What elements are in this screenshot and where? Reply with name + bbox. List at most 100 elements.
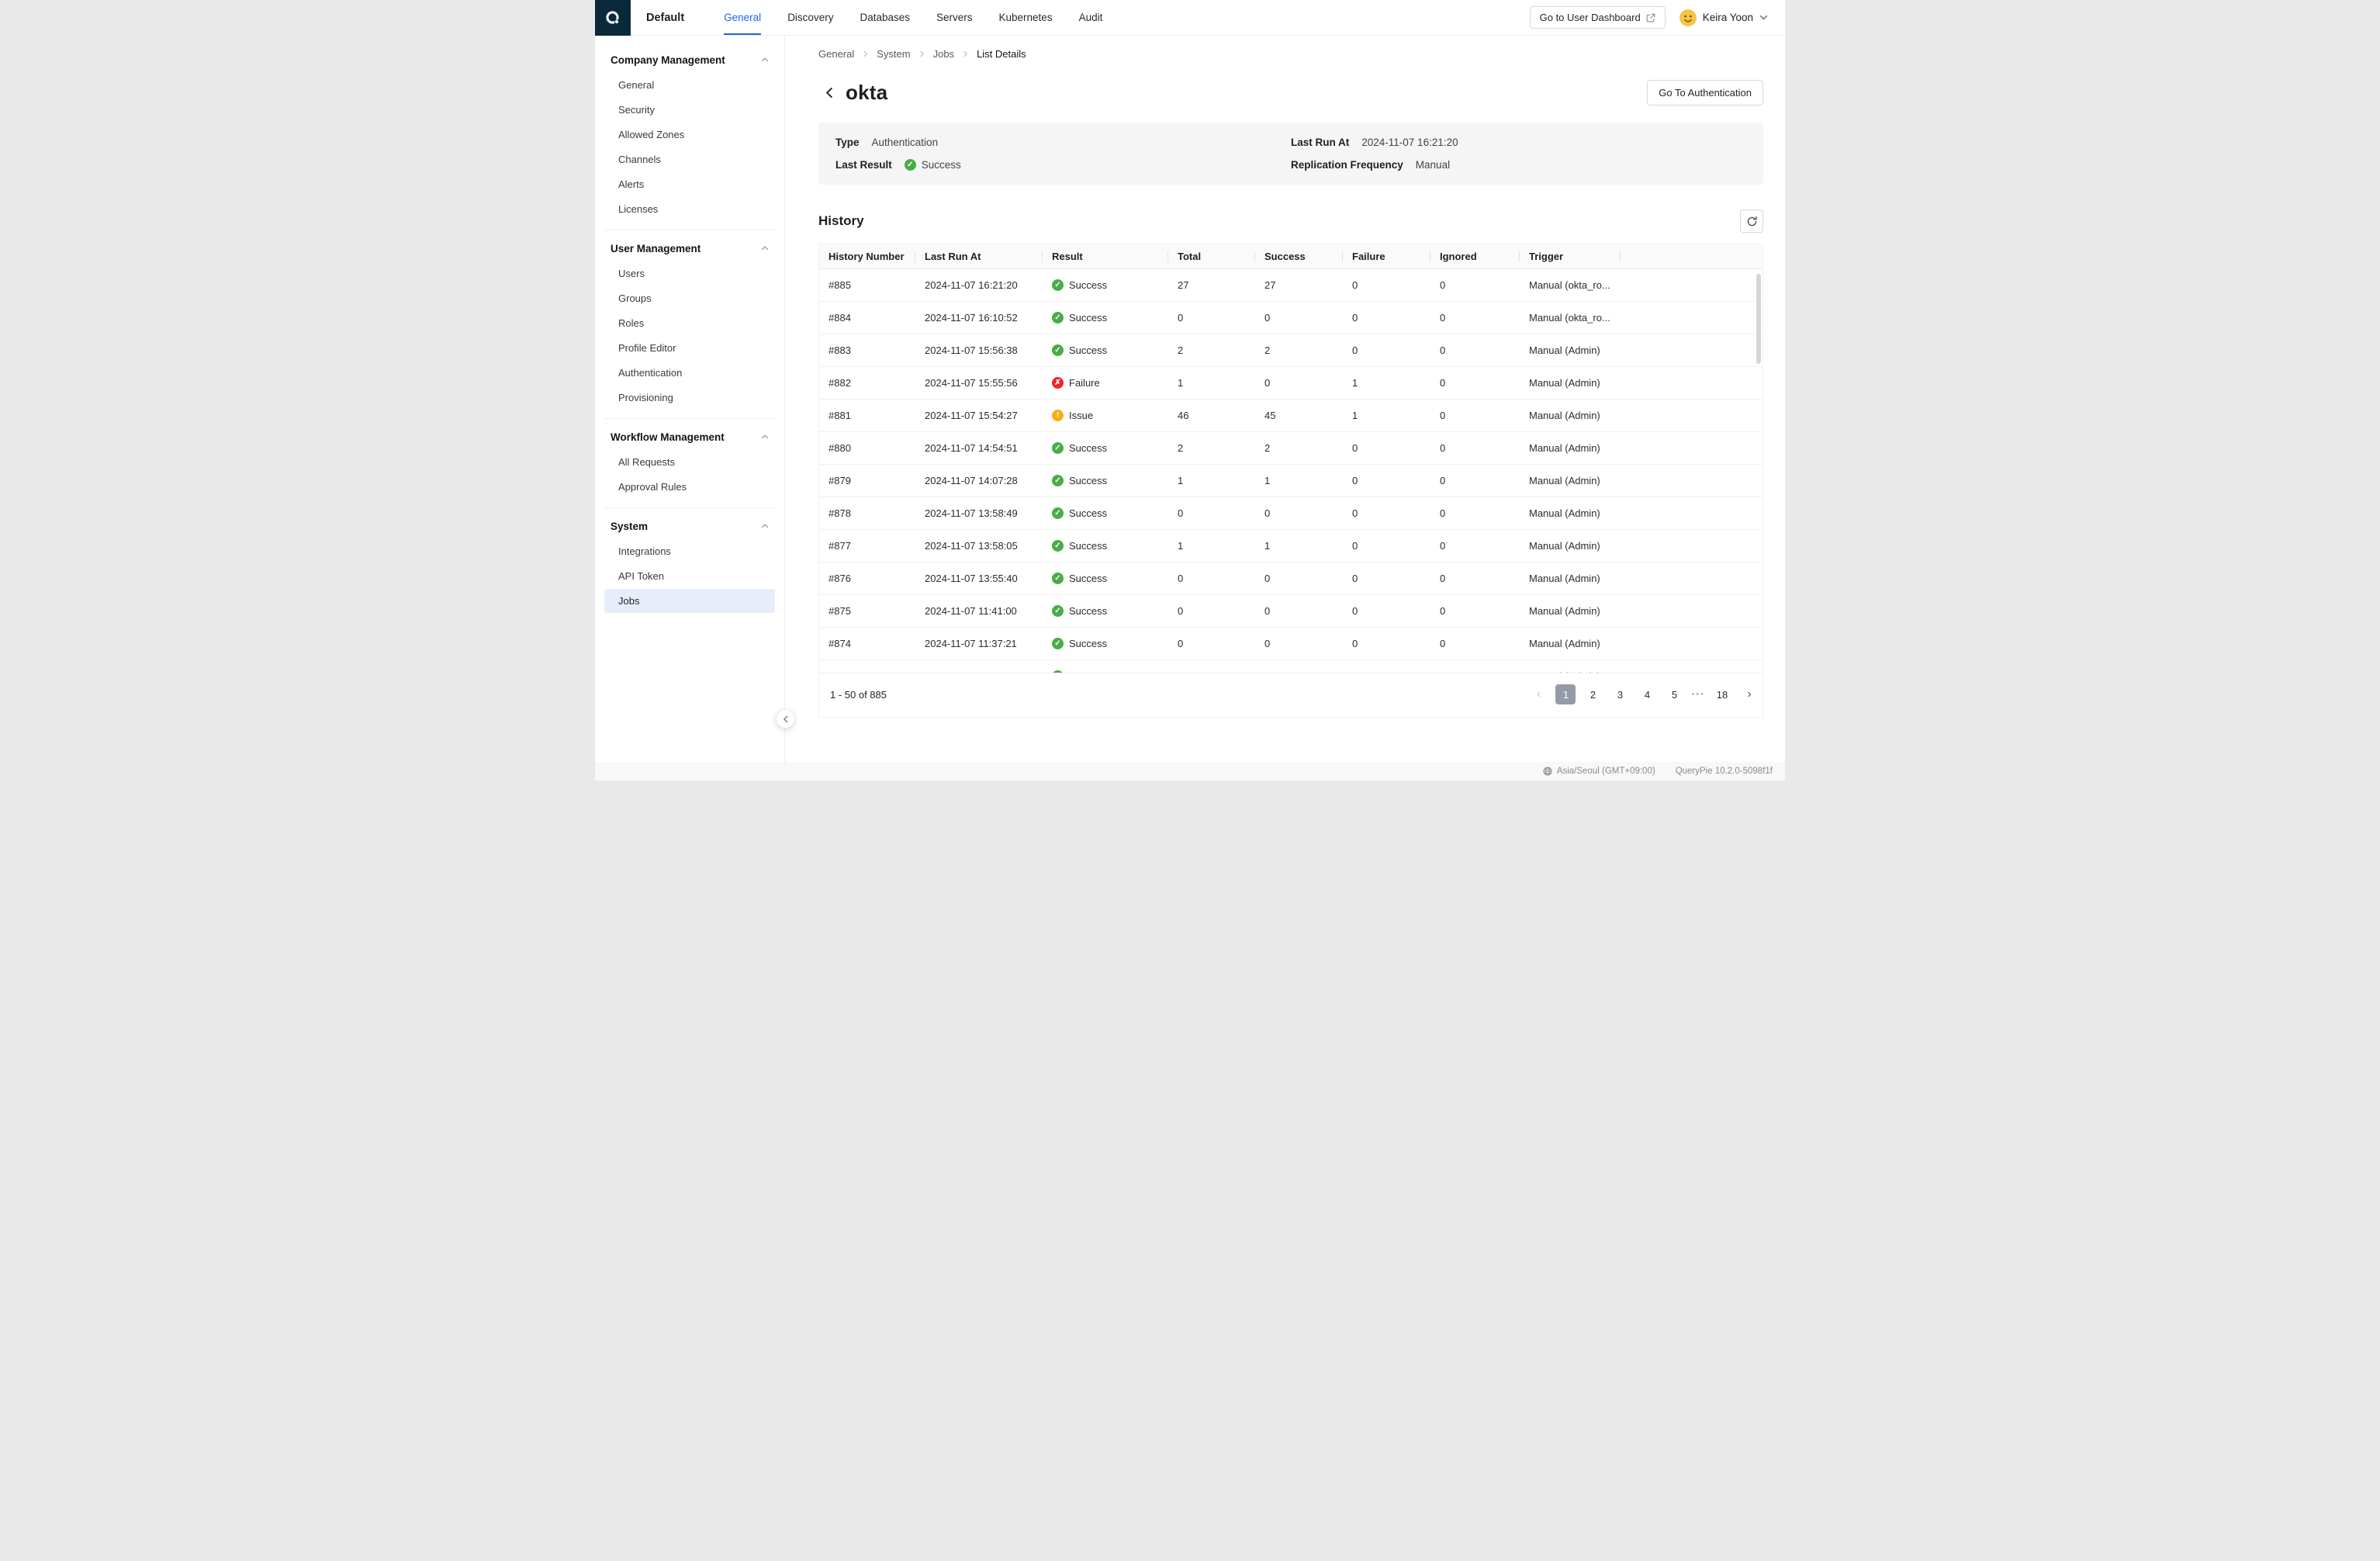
table-row[interactable]: #882 2024-11-07 15:55:56 ✗ Failure 1 0 1 0 Manua… <box>819 367 1763 400</box>
last-run-at-cell: 2024-11-07 11:41:00 <box>915 595 1043 628</box>
table-row[interactable]: #878 2024-11-07 13:58:49 ✓ Success 0 0 0 0 Manua… <box>819 497 1763 530</box>
table-row[interactable]: #885 2024-11-07 16:21:20 ✓ Success 27 27 0 0 Man… <box>819 269 1763 302</box>
last-run-at-cell: 2024-11-07 11:37:21 <box>915 628 1043 660</box>
sidebar-item-allowed-zones[interactable]: Allowed Zones <box>604 123 775 147</box>
table-row[interactable]: #874 2024-11-07 11:37:21 ✓ Success 0 0 0 0 Manua… <box>819 628 1763 660</box>
ignored-cell: 0 <box>1430 432 1520 465</box>
sidebar-item-jobs[interactable]: Jobs <box>604 589 775 613</box>
chevron-up-icon <box>761 521 769 532</box>
avatar-face-icon <box>1679 9 1697 26</box>
total-cell: 2 <box>1168 334 1255 367</box>
sidebar-section-header-workflow-management[interactable]: Workflow Management <box>604 425 775 449</box>
result-cell: ✓Success <box>1043 530 1168 562</box>
tab-audit[interactable]: Audit <box>1079 0 1103 35</box>
table-row[interactable]: #883 2024-11-07 15:56:38 ✓ Success 2 2 0 0 Manua… <box>819 334 1763 367</box>
sidebar-item-authentication[interactable]: Authentication <box>604 361 775 385</box>
breadcrumb-item-system[interactable]: System <box>877 48 910 60</box>
sidebar-section-header-company-management[interactable]: Company Management <box>604 48 775 72</box>
sidebar-collapse-button[interactable] <box>776 709 795 729</box>
breadcrumb-item-jobs[interactable]: Jobs <box>933 48 954 60</box>
page-button-4[interactable]: 4 <box>1637 684 1657 704</box>
sidebar-item-groups[interactable]: Groups <box>604 286 775 310</box>
history-number-cell: #877 <box>819 530 915 562</box>
failure-cell: 0 <box>1343 530 1430 562</box>
user-dashboard-button[interactable]: Go to User Dashboard <box>1529 6 1666 29</box>
table-row[interactable]: #880 2024-11-07 14:54:51 ✓ Success 2 2 0 0 Manua… <box>819 432 1763 465</box>
table-row[interactable]: #876 2024-11-07 13:55:40 ✓ Success 0 0 0 0 Manua… <box>819 562 1763 595</box>
ignored-cell: 0 <box>1430 595 1520 628</box>
tab-databases[interactable]: Databases <box>860 0 910 35</box>
table-row[interactable]: #881 2024-11-07 15:54:27 ! Issue 46 45 1 0 Manua… <box>819 400 1763 432</box>
info-panel: Type Authentication Last Run At 2024-11-07 … <box>818 123 1763 185</box>
tab-servers[interactable]: Servers <box>936 0 973 35</box>
column-header-failure: Failure <box>1343 244 1430 269</box>
status-success-icon: ✓ <box>1052 605 1064 617</box>
user-name: Keira Yoon <box>1702 12 1753 23</box>
tab-general[interactable]: General <box>724 0 762 35</box>
next-page-button[interactable]: › <box>1739 684 1759 704</box>
table-row[interactable]: #875 2024-11-07 11:41:00 ✓ Success 0 0 0 0 Manua… <box>819 595 1763 628</box>
sidebar-item-users[interactable]: Users <box>604 261 775 286</box>
sidebar-item-all-requests[interactable]: All Requests <box>604 450 775 474</box>
page-button-18[interactable]: 18 <box>1712 684 1732 704</box>
sidebar-item-approval-rules[interactable]: Approval Rules <box>604 475 775 499</box>
info-field-label: Last Run At <box>1291 137 1350 148</box>
status-footer: Asia/Seoul (GMT+09:00) QueryPie 10.2.0-5… <box>595 762 1785 780</box>
sidebar-section-header-user-management[interactable]: User Management <box>604 237 775 261</box>
refresh-icon <box>1747 216 1757 226</box>
failure-cell: 0 <box>1343 497 1430 530</box>
result-cell: ✓Success <box>1043 497 1168 530</box>
table-row[interactable]: #884 2024-11-07 16:10:52 ✓ Success 0 0 0 0 Manua… <box>819 302 1763 334</box>
chevron-up-icon <box>761 54 769 66</box>
go-to-authentication-button[interactable]: Go To Authentication <box>1647 80 1763 106</box>
sidebar-item-channels[interactable]: Channels <box>604 147 775 171</box>
page-button-5[interactable]: 5 <box>1664 684 1684 704</box>
ignored-cell: 0 <box>1430 497 1520 530</box>
status-issue-icon: ! <box>1052 410 1064 421</box>
table-row[interactable]: #879 2024-11-07 14:07:28 ✓ Success 1 1 0 0 Manua… <box>819 465 1763 497</box>
ignored-cell: 0 <box>1430 367 1520 400</box>
table-row[interactable]: #877 2024-11-07 13:58:05 ✓ Success 1 1 0 0 Manua… <box>819 530 1763 562</box>
empty-cell <box>1621 302 1763 334</box>
sidebar-item-general[interactable]: General <box>604 73 775 97</box>
status-success-icon: ✓ <box>1052 475 1064 486</box>
table-row[interactable]: #8732024-11-07 11:15:10✓Success0000Manua… <box>819 660 1763 673</box>
column-header-history-number: History Number <box>819 244 915 269</box>
pagination-ellipsis[interactable]: ••• <box>1691 690 1705 699</box>
history-table: History Number Last Run At Result Total Succ… <box>819 244 1763 673</box>
tab-kubernetes[interactable]: Kubernetes <box>999 0 1053 35</box>
user-menu[interactable]: Keira Yoon <box>1679 9 1768 26</box>
failure-cell: 0 <box>1343 334 1430 367</box>
last-run-at-cell: 2024-11-07 13:58:49 <box>915 497 1043 530</box>
failure-cell: 1 <box>1343 367 1430 400</box>
back-button[interactable] <box>818 82 840 104</box>
ignored-cell: 0 <box>1430 660 1520 673</box>
history-table-head-row: History Number Last Run At Result Total Succ… <box>819 244 1763 269</box>
sidebar-item-profile-editor[interactable]: Profile Editor <box>604 336 775 360</box>
sidebar-item-api-token[interactable]: API Token <box>604 564 775 588</box>
tab-discovery[interactable]: Discovery <box>787 0 833 35</box>
sidebar-section-header-system[interactable]: System <box>604 514 775 538</box>
sidebar-item-security[interactable]: Security <box>604 98 775 122</box>
history-table-card: History Number Last Run At Result Total Succ… <box>818 244 1763 718</box>
sidebar-item-licenses[interactable]: Licenses <box>604 197 775 221</box>
table-scrollbar[interactable] <box>1756 274 1761 364</box>
ignored-cell: 0 <box>1430 628 1520 660</box>
querypie-logo[interactable] <box>595 0 631 36</box>
page-button-1[interactable]: 1 <box>1555 684 1576 704</box>
prev-page-button[interactable]: ‹ <box>1528 684 1548 704</box>
sidebar-item-alerts[interactable]: Alerts <box>604 172 775 196</box>
sidebar-item-roles[interactable]: Roles <box>604 311 775 335</box>
page-button-3[interactable]: 3 <box>1610 684 1630 704</box>
last-run-at-cell: 2024-11-07 15:54:27 <box>915 400 1043 432</box>
avatar <box>1679 9 1697 26</box>
result-value: ✓Success <box>1052 442 1159 454</box>
refresh-button[interactable] <box>1740 209 1763 233</box>
breadcrumb-item-general[interactable]: General <box>818 48 854 60</box>
failure-cell: 1 <box>1343 400 1430 432</box>
sidebar-item-integrations[interactable]: Integrations <box>604 539 775 563</box>
page-button-2[interactable]: 2 <box>1583 684 1603 704</box>
status-failure-icon: ✗ <box>1052 377 1064 389</box>
sidebar-item-provisioning[interactable]: Provisioning <box>604 386 775 410</box>
result-cell: ✗ Failure <box>1043 367 1168 400</box>
